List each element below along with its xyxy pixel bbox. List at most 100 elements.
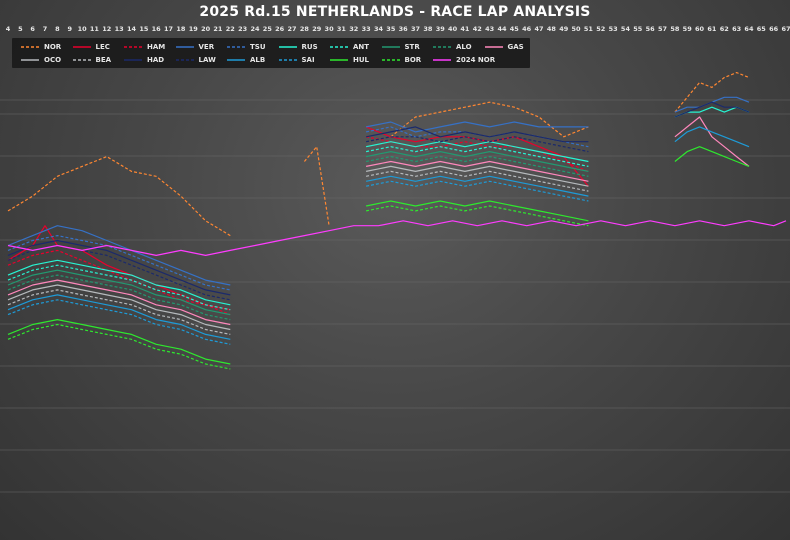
legend-label: BOR: [404, 56, 422, 64]
x-tick-label: 30: [325, 25, 335, 33]
x-tick-label: 48: [547, 25, 557, 33]
legend-label: RUS: [301, 43, 318, 51]
x-tick-label: 62: [720, 25, 729, 33]
x-tick-label: 27: [288, 25, 297, 33]
legend-swatch: [175, 46, 194, 48]
x-tick-label: 28: [300, 25, 310, 33]
x-tick-label: 43: [485, 25, 494, 33]
x-tick-label: 64: [744, 25, 754, 33]
grid: [0, 99, 790, 493]
legend-swatch: [21, 59, 39, 61]
x-tick-label: 16: [152, 25, 162, 33]
series-line-nor: [303, 146, 330, 226]
x-tick-label: 25: [263, 25, 273, 33]
x-tick-label: 44: [497, 25, 507, 33]
x-tick-label: 24: [250, 25, 260, 33]
legend-label: ALO: [456, 43, 472, 51]
legend-label: HUL: [353, 56, 370, 64]
x-tick-label: 42: [473, 25, 482, 33]
series-line-nor: [674, 71, 750, 113]
legend-label: HAM: [147, 43, 166, 51]
legend-swatch: [278, 59, 297, 61]
x-tick-label: 50: [572, 25, 582, 33]
legend-swatch: [227, 46, 245, 48]
legend-swatch: [433, 46, 451, 48]
legend-swatch: [484, 46, 503, 48]
x-tick-label: 33: [362, 25, 371, 33]
x-tick-label: 9: [67, 25, 72, 33]
x-tick-label: 17: [164, 25, 173, 33]
x-tick-label: 32: [349, 25, 358, 33]
series-lines: [7, 71, 787, 370]
legend-label: GAS: [507, 43, 524, 51]
x-tick-label: 14: [127, 25, 137, 33]
x-tick-label: 22: [226, 25, 235, 33]
x-tick-label: 60: [695, 25, 705, 33]
legend-swatch: [330, 59, 348, 61]
x-tick-label: 55: [633, 25, 643, 33]
x-axis-ticks: 4 5 6 7 8 9 10 11 12 13 14 15 16 17 18 19 20 21 22 23 24 25 26…: [6, 25, 790, 33]
x-tick-label: 67: [781, 25, 790, 33]
x-tick-label: 51: [584, 25, 594, 33]
x-tick-label: 29: [312, 25, 322, 33]
legend-swatch: [381, 46, 400, 48]
series-line-bor: [365, 205, 589, 227]
x-tick-label: 56: [646, 25, 656, 33]
x-tick-label: 47: [534, 25, 543, 33]
x-tick-label: 37: [411, 25, 420, 33]
legend-label: ALB: [250, 56, 266, 64]
x-tick-label: 6: [30, 25, 35, 33]
legend-swatch: [433, 59, 451, 61]
x-tick-label: 36: [399, 25, 409, 33]
x-tick-label: 63: [732, 25, 741, 33]
x-tick-label: 4: [6, 25, 11, 33]
legend-label: LAW: [198, 56, 216, 64]
legend-label: 2024 NOR: [456, 56, 496, 64]
x-tick-label: 34: [374, 25, 384, 33]
legend-label: BEA: [95, 56, 112, 64]
x-tick-label: 61: [707, 25, 717, 33]
x-tick-label: 39: [436, 25, 446, 33]
legend-swatch: [21, 46, 39, 48]
legend-swatch: [124, 59, 142, 61]
x-tick-label: 49: [559, 25, 569, 33]
series-line-hul: [674, 146, 750, 167]
legend-label: NOR: [44, 43, 62, 51]
x-tick-label: 35: [386, 25, 396, 33]
x-tick-label: 52: [596, 25, 605, 33]
legend-swatch: [124, 46, 142, 48]
series-line-hul: [365, 200, 589, 222]
legend-swatch: [227, 59, 245, 61]
series-line-2024-nor: [7, 220, 787, 256]
x-tick-label: 8: [55, 25, 60, 33]
x-tick-label: 45: [510, 25, 520, 33]
legend-label: ANT: [353, 43, 370, 51]
series-line-nor: [390, 101, 589, 138]
x-tick-label: 10: [78, 25, 88, 33]
x-tick-label: 5: [18, 25, 23, 33]
x-tick-label: 41: [460, 25, 470, 33]
legend-swatch: [72, 46, 91, 48]
series-line-nor: [7, 156, 231, 237]
series-line-lec: [365, 126, 589, 187]
legend-label: OCO: [44, 56, 62, 64]
series-line-had: [674, 101, 750, 118]
legend-swatch: [278, 46, 297, 48]
legend-swatch: [381, 59, 400, 61]
x-tick-label: 23: [238, 25, 247, 33]
x-tick-label: 26: [275, 25, 285, 33]
x-tick-label: 31: [337, 25, 347, 33]
legend-label: HAD: [147, 56, 165, 64]
x-tick-label: 46: [522, 25, 532, 33]
legend-swatch: [175, 59, 194, 61]
x-tick-label: 19: [189, 25, 199, 33]
legend-swatch: [72, 59, 91, 61]
legend-swatch: [330, 46, 348, 48]
x-tick-label: 20: [201, 25, 211, 33]
legend-label: TSU: [250, 43, 266, 51]
x-tick-label: 54: [621, 25, 631, 33]
x-tick-label: 21: [213, 25, 223, 33]
x-tick-label: 59: [683, 25, 693, 33]
legend: NOR LEC HAM VER TSU RUS ANT STR ALO GAS OCO BEA HAD L…: [12, 38, 530, 68]
x-tick-label: 58: [670, 25, 680, 33]
